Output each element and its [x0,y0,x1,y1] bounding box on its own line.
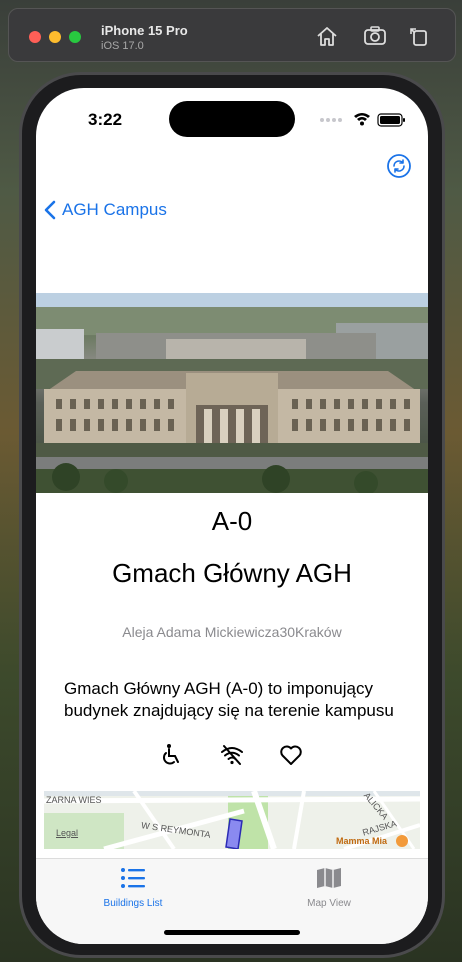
tab-map-view[interactable]: Map View [269,867,389,909]
building-address: Aleja Adama Mickiewicza30Kraków [122,624,342,640]
os-version: iOS 17.0 [101,40,144,52]
home-icon[interactable] [315,25,339,47]
back-button-label: AGH Campus [62,200,167,219]
status-icons [318,110,408,130]
minimize-window-button[interactable] [49,31,61,43]
home-indicator [164,930,300,935]
rotate-icon[interactable] [407,25,431,47]
no-wifi-icon [220,743,244,767]
battery-icon [377,113,405,127]
cellular-dots-icon [320,118,342,122]
list-icon [121,868,145,888]
map-poi-label: Mamma Mia [336,836,388,846]
phone-screen: 3:22 AGH Campus A-0 Gmach Główny AGH Ale… [36,88,428,944]
simulator-toolbar: iPhone 15 Pro iOS 17.0 [8,8,456,62]
map-legal-link[interactable]: Legal [56,828,78,838]
back-button[interactable]: AGH Campus [44,198,167,222]
tab-label: Buildings List [103,898,163,909]
favorite-heart-icon[interactable] [279,743,303,767]
tab-label: Map View [307,898,351,909]
building-id: A-0 [211,506,253,536]
map-icon [317,868,341,888]
dynamic-island [169,101,295,137]
building-photo [36,293,428,493]
screenshot-icon[interactable] [363,25,387,47]
tab-buildings-list[interactable]: Buildings List [73,867,193,909]
close-window-button[interactable] [29,31,41,43]
device-name: iPhone 15 Pro [101,23,188,38]
zoom-window-button[interactable] [69,31,81,43]
wifi-icon [354,113,370,126]
wheelchair-accessible-icon [160,743,184,767]
status-time: 3:22 [88,110,123,129]
refresh-icon[interactable] [386,153,412,179]
building-map-preview[interactable]: ZARNA WIES Legal W S REYMONTA RAJSKA ALI… [44,791,420,849]
building-name: Gmach Główny AGH [112,558,352,588]
building-description: Gmach Główny AGH (A-0) to imponujący bud… [64,679,394,720]
map-label: ZARNA WIES [46,795,102,805]
chevron-left-icon [44,200,56,220]
